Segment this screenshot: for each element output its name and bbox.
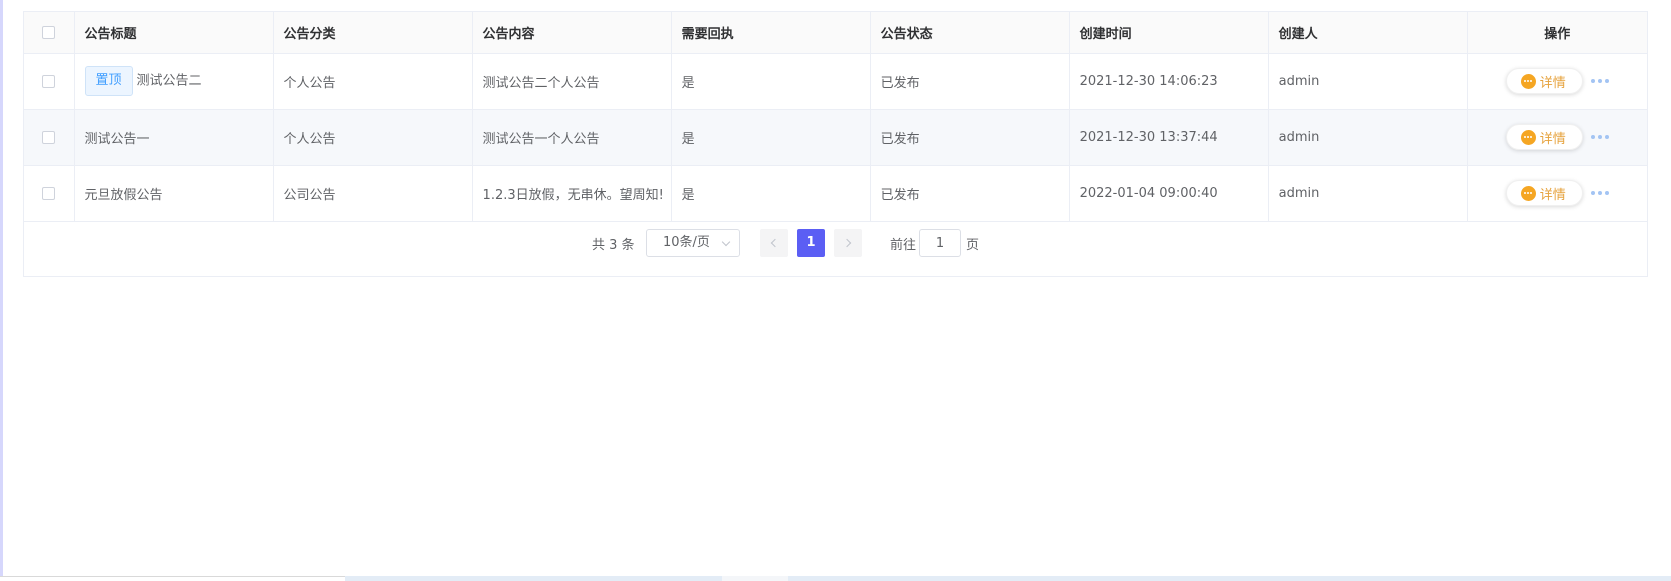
cell-category: 个人公告 xyxy=(273,109,473,166)
goto-page-input[interactable] xyxy=(919,229,961,257)
cell-category: 公司公告 xyxy=(273,165,473,222)
title-text: 测试公告二 xyxy=(136,73,202,89)
cell-status: 已发布 xyxy=(870,165,1070,222)
header-created-at[interactable]: 创建时间 xyxy=(1069,12,1269,54)
pagination-total: 共 3 条 xyxy=(592,238,635,253)
cell-content: 测试公告一个人公告 xyxy=(472,109,672,166)
chevron-right-icon xyxy=(842,238,852,248)
cell-title: 置顶 测试公告二 xyxy=(74,53,274,110)
cell-receipt: 是 xyxy=(671,53,871,110)
more-circle-icon xyxy=(1520,129,1536,145)
detail-button[interactable]: 详情 xyxy=(1505,124,1583,150)
header-category[interactable]: 公告分类 xyxy=(273,12,473,54)
more-circle-icon xyxy=(1520,185,1536,201)
page: 公告标题 公告分类 公告内容 需要回执 公告状态 创建时间 创建人 操作 置顶测 xyxy=(0,0,1671,581)
row-checkbox[interactable] xyxy=(42,130,56,144)
cell-creator: admin xyxy=(1268,109,1468,166)
bottom-scroll-strip xyxy=(0,576,1671,581)
select-all-checkbox[interactable] xyxy=(42,25,56,39)
cell-content: 1.2.3日放假，无串休。望周知! xyxy=(472,165,672,222)
row-checkbox[interactable] xyxy=(42,186,56,200)
page-size-select[interactable]: 10条/页 xyxy=(646,229,740,257)
header-status[interactable]: 公告状态 xyxy=(870,12,1070,54)
header-title[interactable]: 公告标题 xyxy=(74,12,274,54)
cell-actions: 详情 xyxy=(1467,109,1647,166)
detail-button[interactable]: 详情 xyxy=(1505,68,1583,94)
pagination: 共 3 条 10条/页 1 前往 页 xyxy=(24,220,1647,264)
table-row: 测试公告一 个人公告 测试公告一个人公告 是 已发布 2021-12-30 13… xyxy=(24,109,1647,166)
detail-label: 详情 xyxy=(1539,187,1566,203)
pin-tag: 置顶 xyxy=(84,66,133,96)
cell-created-at: 2021-12-30 14:06:23 xyxy=(1069,53,1269,110)
ellipsis-icon[interactable] xyxy=(1590,191,1609,195)
header-content[interactable]: 公告内容 xyxy=(472,12,672,54)
prev-page-button[interactable] xyxy=(760,229,788,257)
chevron-left-icon xyxy=(770,238,780,248)
next-page-button[interactable] xyxy=(834,229,862,257)
row-select-cell xyxy=(24,53,75,110)
detail-label: 详情 xyxy=(1539,75,1566,91)
ellipsis-icon[interactable] xyxy=(1590,79,1609,83)
table-header-row: 公告标题 公告分类 公告内容 需要回执 公告状态 创建时间 创建人 操作 xyxy=(24,12,1647,54)
chevron-down-icon xyxy=(721,237,731,247)
cell-status: 已发布 xyxy=(870,109,1070,166)
cell-receipt: 是 xyxy=(671,109,871,166)
row-checkbox[interactable] xyxy=(42,74,56,88)
cell-status: 已发布 xyxy=(870,53,1070,110)
cell-created-at: 2022-01-04 09:00:40 xyxy=(1069,165,1269,222)
left-edge xyxy=(0,0,3,581)
goto-label: 前往 xyxy=(890,238,917,253)
cell-created-at: 2021-12-30 13:37:44 xyxy=(1069,109,1269,166)
bottom-strip-segment xyxy=(722,576,788,581)
cell-creator: admin xyxy=(1268,165,1468,222)
goto-suffix: 页 xyxy=(966,238,980,253)
bottom-strip-segment xyxy=(0,576,345,581)
table-row: 置顶 测试公告二 个人公告 测试公告二个人公告 是 已发布 2021-12-30 … xyxy=(24,53,1647,110)
header-receipt[interactable]: 需要回执 xyxy=(671,12,871,54)
cell-title: 元旦放假公告 xyxy=(74,165,274,222)
cell-category: 个人公告 xyxy=(273,53,473,110)
cell-actions: 详情 xyxy=(1467,165,1647,222)
header-actions: 操作 xyxy=(1467,12,1647,54)
row-select-cell xyxy=(24,109,75,166)
row-select-cell xyxy=(24,165,75,222)
page-number-button[interactable]: 1 xyxy=(797,229,825,257)
detail-label: 详情 xyxy=(1539,131,1566,147)
cell-receipt: 是 xyxy=(671,165,871,222)
header-creator[interactable]: 创建人 xyxy=(1268,12,1468,54)
cell-actions: 详情 xyxy=(1467,53,1647,110)
cell-creator: admin xyxy=(1268,53,1468,110)
page-size-value: 10条/页 xyxy=(663,235,710,250)
cell-content: 测试公告二个人公告 xyxy=(472,53,672,110)
ellipsis-icon[interactable] xyxy=(1590,135,1609,139)
notice-table: 公告标题 公告分类 公告内容 需要回执 公告状态 创建时间 创建人 操作 置顶测 xyxy=(23,11,1648,277)
cell-title: 测试公告一 xyxy=(74,109,274,166)
detail-button[interactable]: 详情 xyxy=(1505,180,1583,206)
more-circle-icon xyxy=(1520,73,1536,89)
table-row: 元旦放假公告 公司公告 1.2.3日放假，无串休。望周知! 是 已发布 2022… xyxy=(24,165,1647,222)
select-all-cell xyxy=(24,12,75,54)
